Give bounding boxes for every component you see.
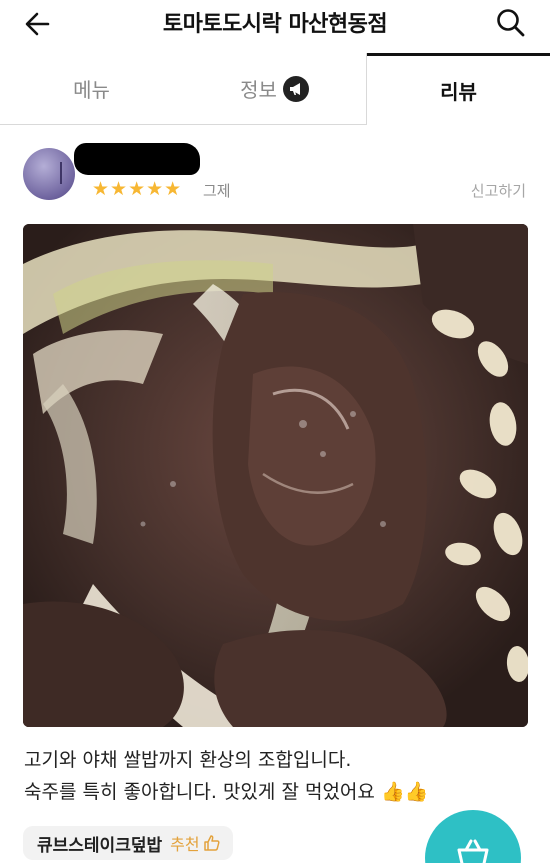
shopping-basket-icon xyxy=(457,839,489,863)
tab-bar: 메뉴 정보 리뷰 xyxy=(0,53,550,125)
review-text-line-2: 숙주를 특히 좋아합니다. 맛있게 잘 먹었어요 👍👍 xyxy=(24,776,524,808)
tab-review-label: 리뷰 xyxy=(440,80,477,104)
reviewer-name-redacted xyxy=(74,143,200,175)
review-text-line-1: 고기와 야채 쌀밥까지 환상의 조합입니다. xyxy=(24,749,352,771)
menu-name: 큐브스테이크덮밥 xyxy=(37,835,163,856)
tab-menu[interactable]: 메뉴 xyxy=(0,53,183,125)
food-photo-image xyxy=(23,224,528,727)
search-button[interactable] xyxy=(494,6,528,40)
review-text: 고기와 야채 쌀밥까지 환상의 조합입니다. 숙주를 특히 좋아합니다. 맛있게… xyxy=(24,744,524,808)
avatar-mark xyxy=(60,162,66,184)
rating-stars: ★★★★★ xyxy=(92,178,183,200)
review-date: 그제 xyxy=(203,182,231,200)
tab-menu-label: 메뉴 xyxy=(73,78,110,102)
report-link[interactable]: 신고하기 xyxy=(471,180,526,201)
review-photo[interactable] xyxy=(23,224,528,727)
tab-info[interactable]: 정보 xyxy=(183,53,367,125)
tab-review[interactable]: 리뷰 xyxy=(367,53,550,125)
thumbs-up-outline-icon xyxy=(203,835,220,851)
page-title: 토마토도시락 마산현동점 xyxy=(162,12,388,37)
tab-info-label: 정보 xyxy=(240,78,277,102)
recommend-label: 추천 xyxy=(170,835,200,854)
cart-button[interactable] xyxy=(425,810,521,863)
thumbs-up-icon: 👍👍 xyxy=(380,781,429,803)
megaphone-icon xyxy=(282,75,309,102)
top-app-bar: 토마토도시락 마산현동점 xyxy=(0,0,550,48)
menu-recommend-tag[interactable]: 큐브스테이크덮밥 추천 xyxy=(23,826,233,860)
avatar[interactable] xyxy=(23,148,75,200)
search-icon xyxy=(497,9,525,37)
review-text-line-2-body: 숙주를 특히 좋아합니다. 맛있게 잘 먹었어요 xyxy=(24,781,375,803)
